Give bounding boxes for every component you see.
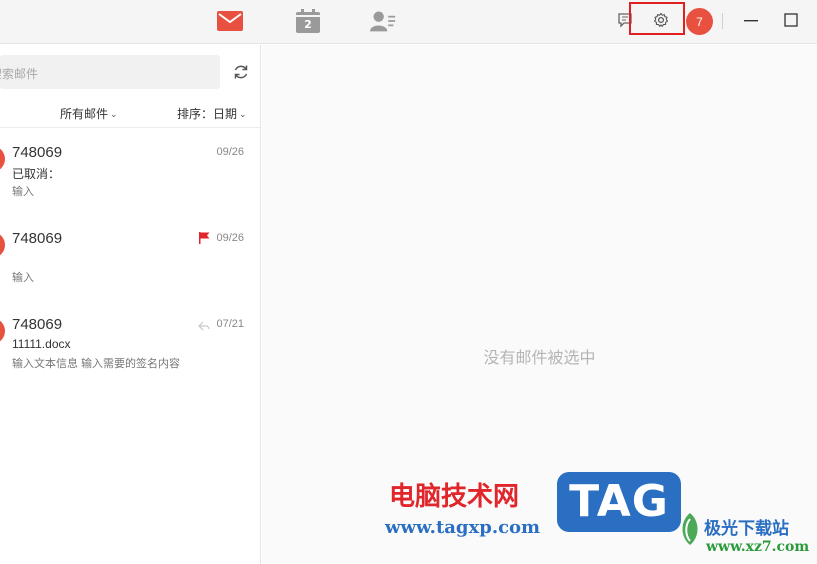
mail-preview: 输入 [12, 186, 34, 198]
mail-date: 07/21 [216, 318, 244, 330]
search-placeholder: 搜索邮件 [0, 67, 39, 81]
mail-date: 09/26 [216, 232, 244, 244]
sender-avatar [0, 146, 5, 172]
maximize-icon[interactable] [780, 9, 802, 31]
mail-list-item[interactable]: 748069 09/26 已取消： 输入 [0, 129, 260, 215]
mail-date: 09/26 [216, 146, 244, 158]
mail-icon[interactable] [217, 8, 243, 34]
calendar-day-number: 2 [304, 18, 312, 31]
sender-avatar [0, 232, 5, 258]
aurora-logo-icon [676, 511, 704, 552]
mail-filter-label: 所有邮件 [60, 107, 109, 121]
mail-subject: 已取消： [12, 167, 61, 181]
mail-list-item[interactable]: 748069 09/26 输入 [0, 215, 260, 301]
watermark-site-url: www.xz7.com [706, 539, 810, 555]
toolbar-divider [722, 13, 723, 29]
search-input[interactable]: 搜索邮件 [0, 55, 220, 89]
refresh-icon[interactable] [231, 62, 251, 82]
user-avatar[interactable]: 7 [686, 8, 713, 35]
calendar-icon[interactable]: 2 [295, 8, 321, 34]
mail-preview: 输入文本信息 输入需要的签名内容 [12, 358, 181, 370]
mail-sender: 748069 [12, 230, 63, 247]
watermark-title: 电脑技术网 [389, 482, 520, 512]
feedback-icon[interactable] [614, 9, 636, 31]
mail-sender: 748069 [12, 144, 63, 161]
top-toolbar: 2 7 [0, 0, 817, 44]
chevron-down-icon: ⌄ [110, 109, 118, 119]
minimize-icon[interactable] [740, 9, 762, 31]
red-flag-icon[interactable] [199, 231, 210, 249]
mail-list-item[interactable]: 748069 07/21 11111.docx 输入文本信息 输入需要的签名内容 [0, 301, 260, 387]
reading-pane: 没有邮件被选中 [262, 45, 817, 564]
empty-selection-message: 没有邮件被选中 [483, 350, 596, 367]
settings-gear-icon[interactable] [650, 9, 672, 31]
chevron-down-icon: ⌄ [239, 109, 247, 119]
watermark-url: www.tagxp.com [385, 517, 541, 538]
sort-label: 排序：日期 [177, 107, 238, 121]
watermark-site-name: 极光下载站 [704, 519, 789, 538]
contacts-icon[interactable] [370, 8, 396, 34]
filter-bar: 所有邮件 ⌄ 排序：日期 ⌄ [0, 100, 260, 128]
replied-icon [198, 318, 210, 336]
mail-filter-dropdown[interactable]: 所有邮件 ⌄ [60, 105, 118, 122]
mail-preview: 输入 [12, 272, 34, 284]
mail-sender: 748069 [12, 316, 63, 333]
sender-avatar [0, 318, 5, 344]
mail-subject: 11111.docx [12, 337, 71, 351]
sort-dropdown[interactable]: 排序：日期 ⌄ [177, 105, 247, 122]
mail-list-pane: 搜索邮件 所有邮件⌄ 排序：日期⌄ 748069 09/26 已取消： 输入 7… [0, 45, 261, 564]
watermark-tag-logo: TAG [557, 472, 681, 532]
